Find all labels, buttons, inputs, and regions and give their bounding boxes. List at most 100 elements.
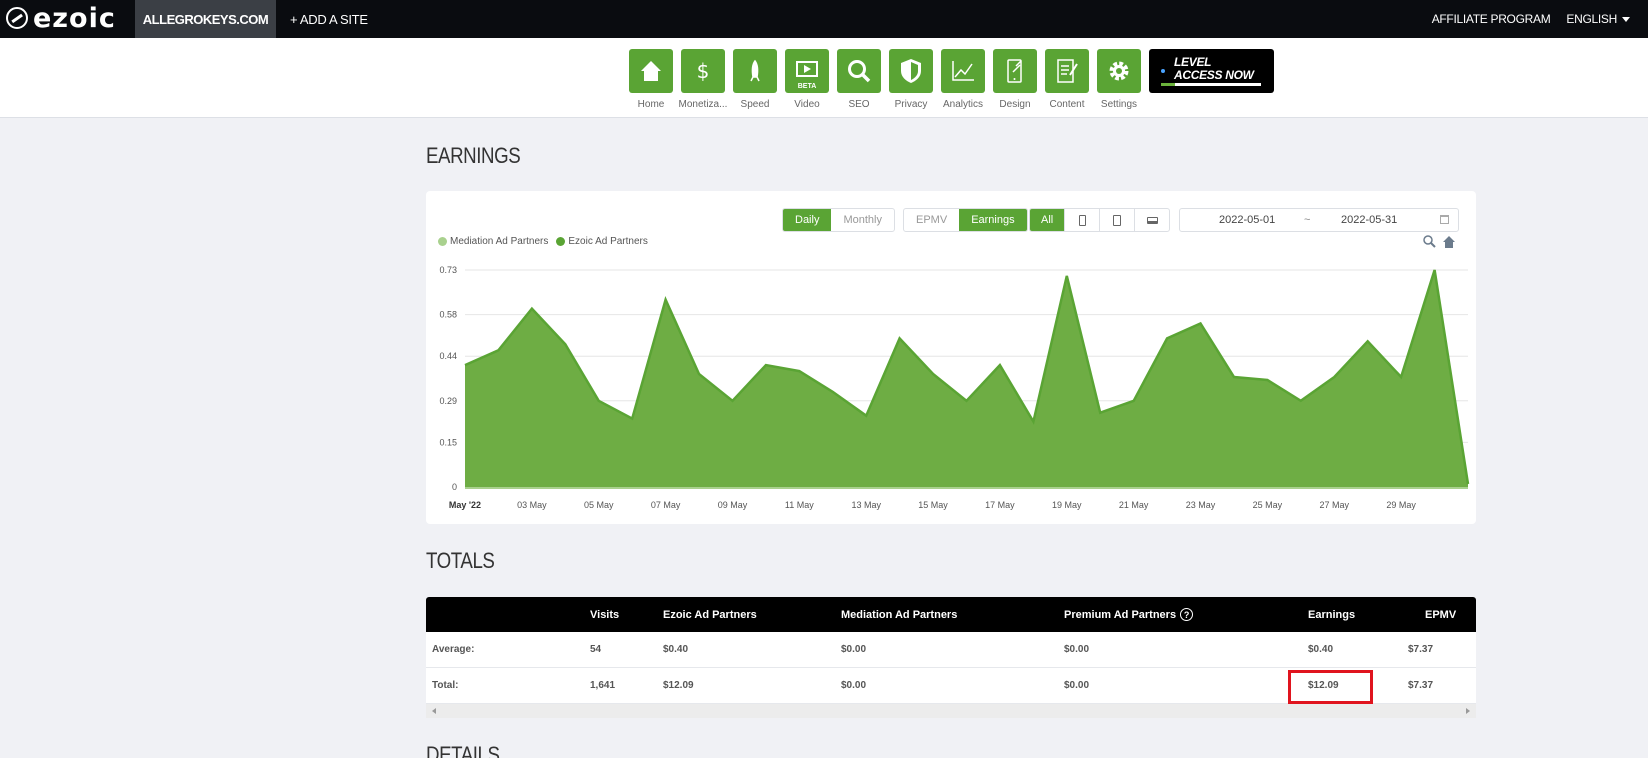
document-icon [1045,49,1089,93]
main-nav: Home $ Monetiza... Speed BETA Video SEO Privacy… [0,38,1648,118]
ezoic-logo[interactable]: ezoic [6,2,116,34]
date-range-picker[interactable]: 2022-05-01 ~ 2022-05-31 [1179,208,1459,232]
magnifier-icon [837,49,881,93]
details-title: DETAILS [426,742,500,758]
earnings-button[interactable]: Earnings [959,209,1027,231]
nav-label: Home [637,99,665,110]
tablet-button[interactable] [1099,209,1134,231]
date-separator: ~ [1304,214,1311,226]
nav-item-design[interactable]: Design [993,49,1037,110]
nav-label: Content [1049,99,1085,110]
nav-item-analytics[interactable]: Analytics [941,49,985,110]
beta-badge: BETA [797,83,817,90]
legend-label-ezoic: Ezoic Ad Partners [568,236,648,247]
ezoic-logo-icon [6,7,28,29]
top-bar: ezoic ALLEGROKEYS.COM + ADD A SITE AFFIL… [0,0,1648,38]
earnings-title: EARNINGS [426,143,521,168]
column-mediation-ad-partners[interactable]: Mediation Ad Partners [841,597,957,632]
scroll-right-icon[interactable] [1466,708,1470,714]
cell-epmv: $7.37 [1408,680,1434,691]
tablet-icon [1113,214,1122,226]
legend-label-mediation: Mediation Ad Partners [450,236,549,247]
monthly-button[interactable]: Monthly [831,209,894,231]
date-to: 2022-05-31 [1341,214,1398,226]
affiliate-program-link[interactable]: AFFILIATE PROGRAM [1432,12,1551,26]
shield-icon [889,49,933,93]
nav-label: Settings [1100,99,1138,110]
table-row-average: Average: 54 $0.40 $0.00 $0.00 $0.40 $7.3… [426,632,1476,668]
column-premium-ad-partners[interactable]: Premium Ad Partners ? [1064,597,1194,632]
level-progress-bar [1161,83,1261,86]
nav-label: Design [999,99,1031,110]
language-dropdown[interactable]: ENGLISH [1566,12,1630,26]
epmv-button[interactable]: EPMV [904,209,959,231]
gear-icon [1097,49,1141,93]
legend-dot-ezoic [556,237,566,246]
video-icon: BETA [785,49,829,93]
nav-item-home[interactable]: Home [629,49,673,110]
metric-toggle: EPMV Earnings [903,208,1028,232]
nav-item-settings[interactable]: Settings [1097,49,1141,110]
device-all-button[interactable]: All [1030,209,1065,231]
cell-visits: 54 [590,644,602,655]
row-label: Total: [432,680,459,691]
date-from: 2022-05-01 [1219,214,1276,226]
mobile-button[interactable] [1064,209,1099,231]
desktop-icon [1146,216,1158,224]
cell-visits: 1,641 [590,680,616,691]
legend-item-ezoic[interactable]: Ezoic Ad Partners [556,236,648,247]
nav-label: Speed [740,99,770,110]
cell-earnings: $0.40 [1308,644,1334,655]
totals-title: TOTALS [426,548,495,573]
level-access-button[interactable]: LEVEL ACCESS NOW [1149,49,1274,93]
calendar-icon [1440,215,1449,224]
nav-item-monetiza[interactable]: $ Monetiza... [679,49,727,110]
cell-ezoic: $12.09 [663,680,694,691]
legend-dot-mediation [438,237,447,246]
device-toggle: All [1029,208,1171,232]
mobile-icon [1078,214,1086,226]
column-earnings[interactable]: Earnings [1308,597,1355,632]
level-dot-icon [1161,69,1165,73]
scroll-left-icon[interactable] [432,708,436,714]
highlight-box [1288,670,1373,704]
daily-button[interactable]: Daily [783,209,832,231]
add-site-link[interactable]: + ADD A SITE [290,0,368,38]
table-header: Visits Ezoic Ad Partners Mediation Ad Pa… [426,597,1476,632]
logo-text: ezoic [33,2,116,34]
cell-premium: $0.00 [1064,680,1090,691]
cell-premium: $0.00 [1064,644,1090,655]
level-line1: LEVEL [1174,55,1212,69]
level-line2: ACCESS NOW [1174,68,1254,82]
column-visits[interactable]: Visits [590,597,619,632]
period-toggle: Daily Monthly [782,208,895,232]
nav-item-video[interactable]: BETA Video [785,49,829,110]
cell-ezoic: $0.40 [663,644,689,655]
nav-label: Analytics [942,99,983,110]
nav-label: Monetiza... [678,99,728,110]
nav-label: Privacy [894,99,928,110]
chevron-down-icon [1622,17,1630,23]
chart-legend: Mediation Ad Partners Ezoic Ad Partners [438,236,648,247]
svg-text:$: $ [697,59,710,83]
cell-epmv: $7.37 [1408,644,1434,655]
nav-label: Video [794,99,820,110]
site-tab[interactable]: ALLEGROKEYS.COM [135,0,276,38]
horizontal-scrollbar[interactable] [426,704,1476,718]
help-icon[interactable]: ? [1180,608,1194,621]
nav-label: SEO [848,99,870,110]
column-ezoic-ad-partners[interactable]: Ezoic Ad Partners [663,597,757,632]
legend-item-mediation[interactable]: Mediation Ad Partners [438,236,548,247]
rocket-icon [733,49,777,93]
nav-item-speed[interactable]: Speed [733,49,777,110]
nav-item-content[interactable]: Content [1045,49,1089,110]
cell-mediation: $0.00 [841,644,867,655]
home-icon [629,49,673,93]
language-label: ENGLISH [1566,12,1617,26]
desktop-button[interactable] [1134,209,1169,231]
column-epmv[interactable]: EPMV [1425,597,1456,632]
nav-item-seo[interactable]: SEO [837,49,881,110]
nav-item-privacy[interactable]: Privacy [889,49,933,110]
line-chart-icon [941,49,985,93]
row-label: Average: [432,644,475,655]
